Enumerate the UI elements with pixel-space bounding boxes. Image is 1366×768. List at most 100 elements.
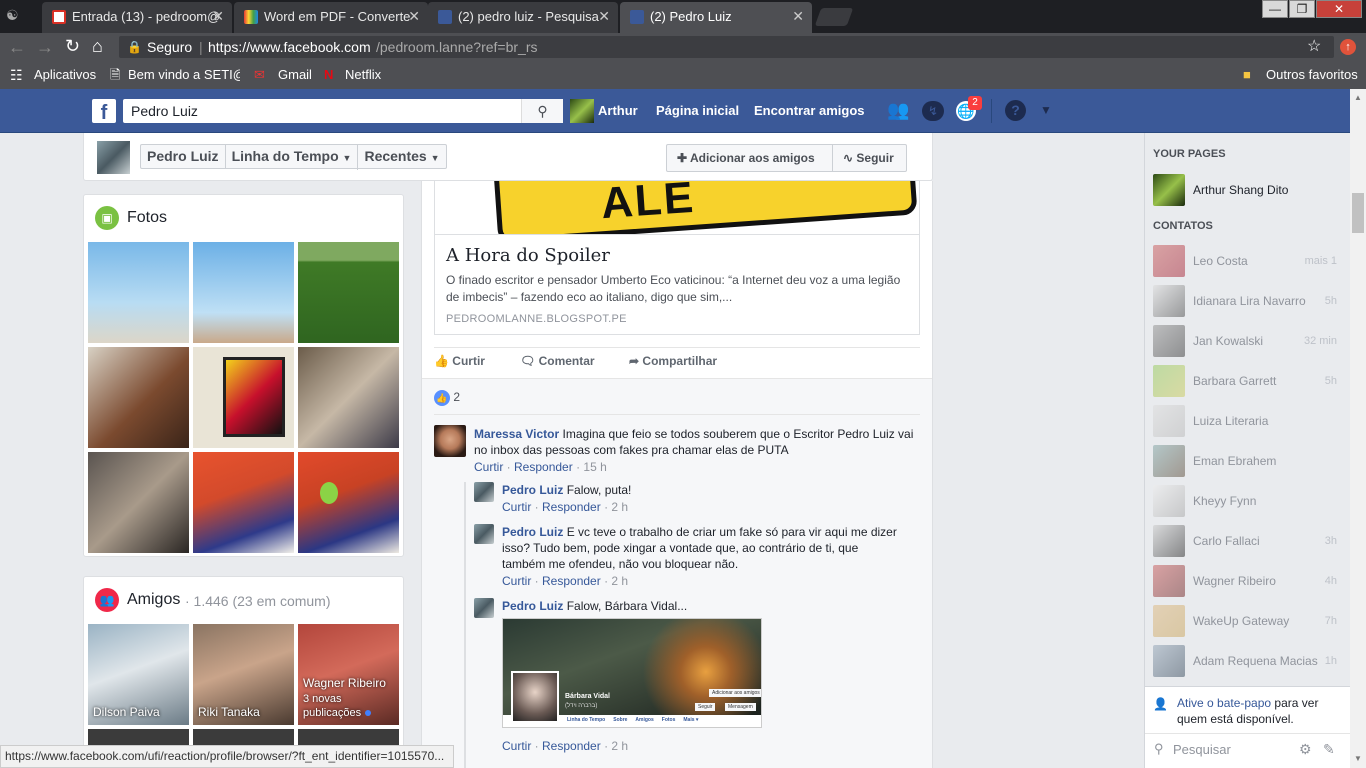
reply-author[interactable]: Pedro Luiz (502, 525, 563, 539)
forward-icon[interactable]: → (36, 37, 54, 58)
contact-item[interactable]: Jan Kowalski 32 min (1153, 325, 1343, 357)
close-window-button[interactable]: ✕ (1316, 0, 1362, 18)
friend-tile[interactable]: Riki Tanaka (193, 624, 294, 725)
close-tab-icon[interactable]: ✕ (212, 2, 224, 31)
comment-like-link[interactable]: Curtir (474, 460, 503, 474)
nav-home[interactable]: Página inicial (656, 103, 739, 118)
reactions-summary[interactable]: 👍 2 (434, 390, 460, 406)
photo-meeting[interactable] (88, 347, 189, 448)
contact-item[interactable]: Adam Requena Macias 1h (1153, 645, 1343, 677)
photo-group[interactable] (298, 347, 399, 448)
bookmark-other[interactable]: Outros favoritos (1266, 62, 1358, 88)
page-scrollbar[interactable]: ▲ ▼ (1350, 89, 1366, 768)
close-tab-icon[interactable]: ✕ (792, 2, 804, 31)
maximize-button[interactable]: ❐ (1289, 0, 1315, 18)
star-icon[interactable]: ☆ (1307, 36, 1321, 58)
contact-item[interactable]: Leo Costa mais 1 (1153, 245, 1343, 277)
reply-author[interactable]: Pedro Luiz (502, 483, 563, 497)
browser-tab[interactable]: (2) pedro luiz - Pesquisa ✕ (428, 2, 618, 33)
photos-title[interactable]: Fotos (127, 209, 167, 227)
contact-item[interactable]: Eman Ebrahem (1153, 445, 1343, 477)
reply-screenshot-image[interactable]: Bárbara Vidal (ברברה וידל) Adicionar aos… (502, 618, 762, 728)
photo-tower-2[interactable] (193, 242, 294, 343)
reply-reply-link[interactable]: Responder (542, 739, 601, 753)
user-avatar[interactable] (570, 99, 594, 123)
page-item[interactable]: Arthur Shang Dito (1153, 174, 1343, 206)
comment-reply-link[interactable]: Responder (514, 460, 573, 474)
extension-icon[interactable]: ↑ (1340, 39, 1356, 55)
reply-reply-link[interactable]: Responder (542, 500, 601, 514)
share-button[interactable]: ➦ Compartilhar (629, 354, 717, 368)
close-tab-icon[interactable]: ✕ (408, 2, 420, 31)
facebook-search-input[interactable]: Pedro Luiz (123, 99, 563, 123)
contact-item[interactable]: Wagner Ribeiro 4h (1153, 565, 1343, 597)
like-button[interactable]: 👍 Curtir (434, 354, 485, 368)
messenger-icon[interactable]: ↯ (922, 101, 944, 121)
address-bar[interactable]: 🔒 Seguro | https://www.facebook.com /ped… (119, 36, 1334, 58)
contact-item[interactable]: Kheyy Fynn (1153, 485, 1343, 517)
contact-avatar (1153, 565, 1185, 597)
nav-find-friends[interactable]: Encontrar amigos (754, 103, 865, 118)
bookmark-apps[interactable]: Aplicativos (34, 62, 96, 88)
reply-like-link[interactable]: Curtir (502, 574, 531, 588)
bookmark-seti[interactable]: Bem vindo a SETI@h (128, 62, 240, 88)
nav-user-name[interactable]: Arthur (598, 103, 638, 118)
browser-tab[interactable]: Word em PDF - Converte ✕ (234, 2, 428, 33)
chat-search-input[interactable]: Pesquisar (1173, 742, 1231, 757)
new-tab-button[interactable] (814, 8, 854, 26)
photo-event[interactable] (88, 452, 189, 553)
minimize-button[interactable]: — (1262, 0, 1288, 18)
timeline-tab[interactable]: Linha do Tempo ▼ (226, 145, 359, 170)
chat-settings-icon[interactable]: ⚙ (1299, 741, 1312, 758)
link-preview-image[interactable]: ALE (435, 181, 919, 235)
reply-like-link[interactable]: Curtir (502, 739, 531, 753)
scroll-down-icon[interactable]: ▼ (1354, 754, 1362, 763)
contact-item[interactable]: Barbara Garrett 5h (1153, 365, 1343, 397)
browser-tab-active[interactable]: (2) Pedro Luiz ✕ (620, 2, 812, 33)
photo-tower-1[interactable] (88, 242, 189, 343)
reply-avatar[interactable] (474, 598, 494, 618)
scrollbar-thumb[interactable] (1352, 193, 1364, 233)
new-message-icon[interactable]: ✎ (1323, 741, 1335, 758)
photo-field[interactable] (298, 242, 399, 343)
friend-requests-icon[interactable]: 👥 (887, 100, 909, 121)
friends-title[interactable]: Amigos (127, 591, 180, 609)
reply-avatar[interactable] (474, 482, 494, 502)
commenter-avatar[interactable] (434, 425, 466, 457)
contact-item[interactable]: Luiza Literaria (1153, 405, 1343, 437)
comment-author[interactable]: Maressa Victor (474, 427, 559, 441)
home-icon[interactable]: ⌂ (92, 36, 103, 57)
reply-like-link[interactable]: Curtir (502, 500, 531, 514)
help-icon[interactable]: ? (1005, 100, 1026, 121)
reply-reply-link[interactable]: Responder (542, 574, 601, 588)
facebook-logo-icon[interactable]: f (92, 99, 116, 124)
friend-tile[interactable]: Wagner Ribeiro 3 novas publicações (298, 624, 399, 725)
profile-name-tab[interactable]: Pedro Luiz (141, 145, 226, 168)
photo-poster[interactable] (193, 347, 294, 448)
reply-author[interactable]: Pedro Luiz (502, 599, 563, 613)
photo-pajamas-1[interactable] (193, 452, 294, 553)
bookmark-netflix[interactable]: Netflix (345, 62, 381, 88)
contact-item[interactable]: Carlo Fallaci 3h (1153, 525, 1343, 557)
recent-tab[interactable]: Recentes ▼ (358, 145, 445, 170)
apps-icon[interactable]: ☷ (10, 62, 23, 88)
enable-chat-link[interactable]: Ative o bate-papo (1177, 696, 1271, 710)
search-button[interactable]: ⚲ (521, 99, 563, 123)
contact-item[interactable]: Idianara Lira Navarro 5h (1153, 285, 1343, 317)
reload-icon[interactable]: ↻ (65, 36, 80, 57)
add-friend-button[interactable]: ✚ Adicionar aos amigos (666, 144, 833, 172)
browser-tab[interactable]: Entrada (13) - pedroom@ ✕ (42, 2, 232, 33)
close-tab-icon[interactable]: ✕ (598, 2, 610, 31)
reply-avatar[interactable] (474, 524, 494, 544)
photo-pajamas-2[interactable] (298, 452, 399, 553)
friend-tile[interactable]: Dilson Paiva (88, 624, 189, 725)
contact-item[interactable]: WakeUp Gateway 7h (1153, 605, 1343, 637)
comment-button[interactable]: 🗨 Comentar (520, 354, 595, 368)
follow-button[interactable]: ∿ Seguir (832, 144, 907, 172)
scroll-up-icon[interactable]: ▲ (1354, 93, 1362, 102)
profile-avatar[interactable] (97, 141, 130, 174)
link-title[interactable]: A Hora do Spoiler (446, 245, 610, 266)
back-icon[interactable]: ← (8, 37, 26, 58)
account-menu-icon[interactable]: ▼ (1040, 103, 1052, 117)
bookmark-gmail[interactable]: Gmail (278, 62, 312, 88)
